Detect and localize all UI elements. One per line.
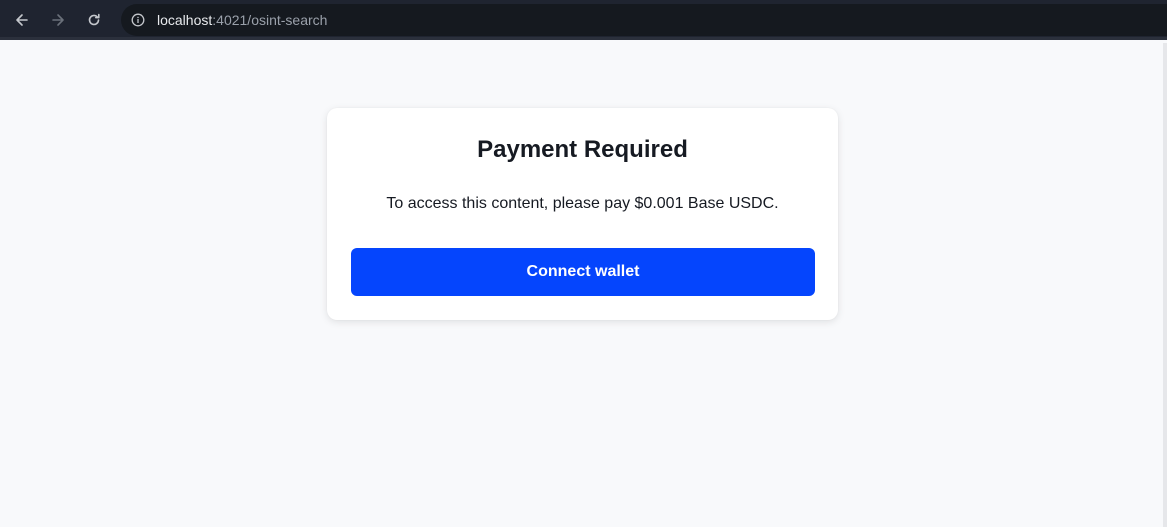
arrow-left-icon	[16, 14, 28, 26]
reload-button[interactable]	[80, 6, 108, 34]
page-content: Payment Required To access this content,…	[0, 43, 1167, 527]
address-bar[interactable]: localhost:4021/osint-search	[121, 4, 1167, 36]
connect-wallet-button[interactable]: Connect wallet	[351, 248, 815, 296]
back-button[interactable]	[8, 6, 36, 34]
url-text: localhost:4021/osint-search	[157, 12, 327, 28]
info-icon[interactable]	[129, 11, 147, 29]
payment-title: Payment Required	[477, 136, 688, 163]
arrow-right-icon	[52, 14, 64, 26]
forward-button[interactable]	[44, 6, 72, 34]
reload-icon	[88, 13, 100, 26]
browser-toolbar: localhost:4021/osint-search	[0, 0, 1167, 40]
url-host: localhost	[157, 12, 213, 28]
payment-message: To access this content, please pay $0.00…	[386, 195, 779, 212]
url-path: :4021/osint-search	[212, 12, 328, 28]
payment-card: Payment Required To access this content,…	[327, 108, 838, 320]
scrollbar-track[interactable]	[1163, 43, 1167, 527]
